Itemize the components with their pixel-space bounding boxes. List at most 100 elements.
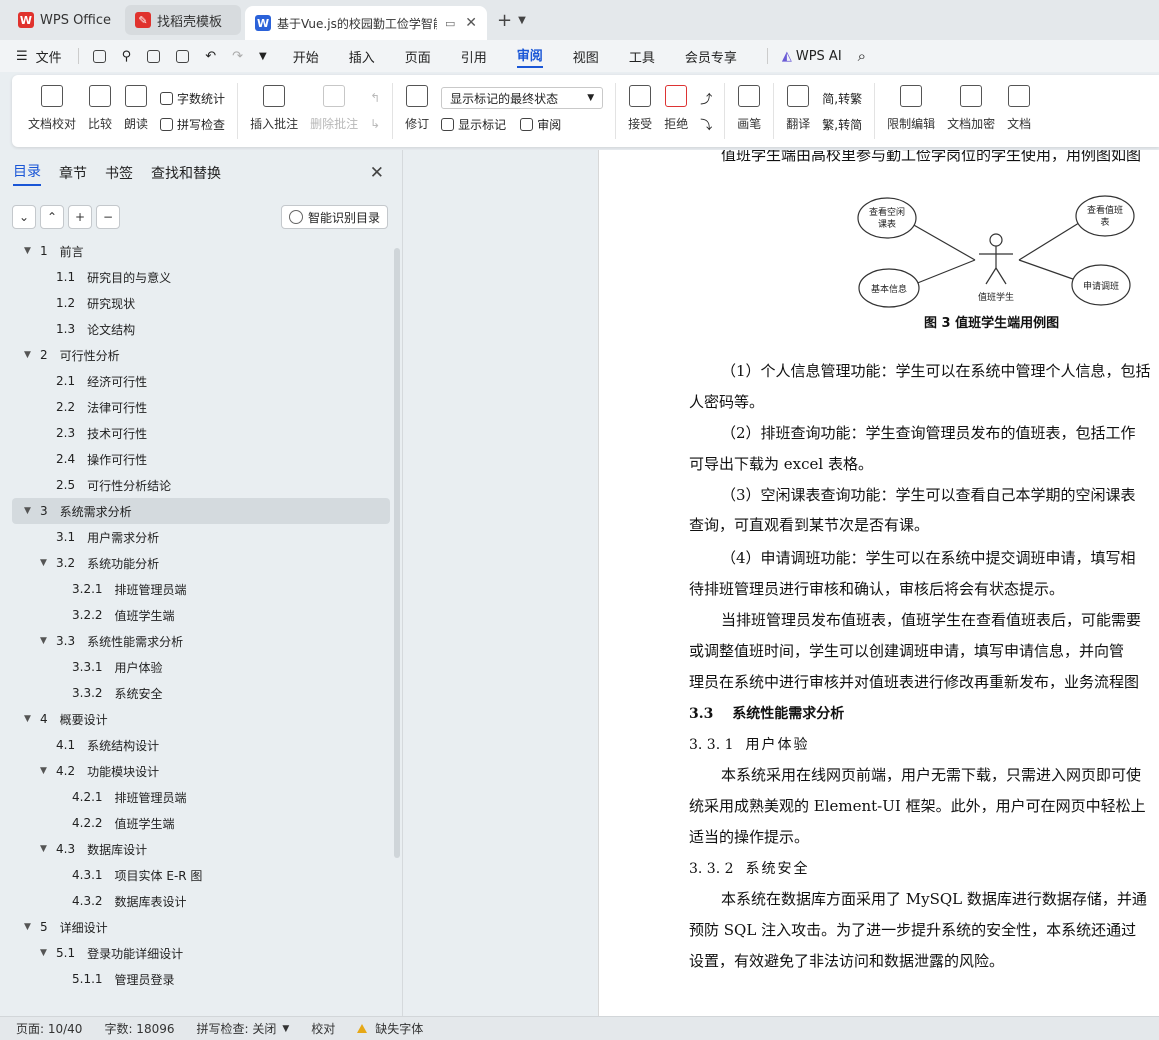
tab-template[interactable]: ✎ 找稻壳模板 [125,5,242,35]
read-aloud-button[interactable]: 朗读 [124,83,148,132]
toc-item[interactable]: 2.4 操作可行性 [0,446,390,472]
chevron-down-icon[interactable]: ▼ [259,51,267,62]
tab-document[interactable]: W 基于Vue.js的校园勤工俭学智能 ▭ ✕ [245,6,488,40]
toc-item[interactable]: 2.1 经济可行性 [0,368,390,394]
tab-review[interactable]: 审阅 [516,45,543,68]
toc-item[interactable]: 1.3 论文结构 [0,316,390,342]
remove-heading-icon[interactable]: − [96,205,120,229]
expand-triangle-icon[interactable]: ▼ [24,714,34,724]
to-traditional-button[interactable]: 简,转繁 [822,85,862,111]
word-count-button[interactable]: 字数统计 [160,85,225,111]
markup-state-select[interactable]: 显示标记的最终状态 ▼ [441,87,604,109]
link-icon[interactable]: ⚲ [122,49,132,64]
spell-check-indicator[interactable]: 拼写检查: 关闭 ▼ [197,1020,290,1037]
doc-proof-button[interactable]: 文档校对 [28,83,76,132]
toc-item[interactable]: ▼ 1 前言 [0,238,390,264]
toc-item[interactable]: 1.1 研究目的与意义 [0,264,390,290]
to-simplified-button[interactable]: 繁,转简 [822,111,862,137]
present-icon[interactable]: ▭ [445,17,455,30]
toc-item[interactable]: 2.3 技术可行性 [0,420,390,446]
tab-view[interactable]: 视图 [573,47,599,66]
save-icon[interactable] [92,49,106,63]
document-page[interactable]: 值班学生端由高校里参与勤工俭学岗位的学生使用，用例图如图 查看空闲 课表 查看值… [598,150,1159,1016]
compare-button[interactable]: 比较 [88,83,112,132]
spell-check-button[interactable]: 拼写检查 [160,111,225,137]
delete-comment-button[interactable]: 删除批注 [310,83,358,132]
tab-page[interactable]: 页面 [405,47,431,66]
next-comment-icon[interactable]: ↳ [370,111,380,137]
file-menu[interactable]: ☰ 文件 [16,47,62,66]
close-icon[interactable]: ✕ [465,15,477,31]
smart-toc-button[interactable]: 智能识别目录 [280,205,388,229]
close-icon[interactable]: ✕ [370,163,384,183]
tab-chapter[interactable]: 章节 [59,163,87,183]
toc-item[interactable]: 3.2.2 值班学生端 [0,602,390,628]
toc-item[interactable]: 2.5 可行性分析结论 [0,472,390,498]
proof-indicator[interactable]: 校对 [311,1020,335,1037]
toc-item[interactable]: 2.2 法律可行性 [0,394,390,420]
tab-insert[interactable]: 插入 [349,47,375,66]
word-count-indicator[interactable]: 字数: 18096 [104,1020,174,1037]
expand-triangle-icon[interactable]: ▼ [24,350,34,360]
undo-icon[interactable]: ↶ [205,49,216,64]
track-changes-button[interactable]: 修订 [405,83,429,132]
new-tab-icon[interactable]: + [497,10,512,31]
toc-item[interactable]: 3.2.1 排班管理员端 [0,576,390,602]
prev-change-icon[interactable]: ⤴ [700,85,712,111]
expand-triangle-icon[interactable]: ▼ [40,636,50,646]
missing-font-indicator[interactable]: 缺失字体 [357,1020,423,1037]
expand-triangle-icon[interactable]: ▼ [40,948,50,958]
tab-find-replace[interactable]: 查找和替换 [151,163,221,183]
toc-item[interactable]: 4.2.2 值班学生端 [0,810,390,836]
expand-triangle-icon[interactable]: ▼ [24,922,34,932]
toc-item[interactable]: ▼ 3 系统需求分析 [12,498,390,524]
preview-icon[interactable] [176,49,190,63]
add-heading-icon[interactable]: + [68,205,92,229]
prev-comment-icon[interactable]: ↰ [370,85,380,111]
toc-item[interactable]: ▼ 4.2 功能模块设计 [0,758,390,784]
toc-item[interactable]: 4.1 系统结构设计 [0,732,390,758]
encrypt-button[interactable]: 文档加密 [947,83,995,132]
pen-button[interactable]: 画笔 [737,83,761,132]
toc-item[interactable]: ▼ 4 概要设计 [0,706,390,732]
toc-item[interactable]: 5.1.2值班学生登录 [0,992,390,998]
next-change-icon[interactable]: ⤵ [700,111,712,137]
toc-item[interactable]: ▼ 5.1 登录功能详细设计 [0,940,390,966]
reject-button[interactable]: 拒绝 [664,83,688,132]
doc-more-button[interactable]: 文档 [1007,83,1031,132]
accept-button[interactable]: 接受 [628,83,652,132]
tab-start[interactable]: 开始 [293,47,319,66]
expand-triangle-icon[interactable]: ▼ [40,766,50,776]
collapse-all-icon[interactable]: ⌄ [12,205,36,229]
toc-item[interactable]: ▼ 5 详细设计 [0,914,390,940]
tab-member[interactable]: 会员专享 [685,47,737,66]
show-markup-button[interactable]: 显示标记 [441,116,506,133]
toc-item[interactable]: 4.3.2 数据库表设计 [0,888,390,914]
wps-ai-button[interactable]: ◭ WPS AI [782,49,842,64]
toc-item[interactable]: ▼ 3.2 系统功能分析 [0,550,390,576]
expand-triangle-icon[interactable]: ▼ [24,246,34,256]
insert-comment-button[interactable]: 插入批注 [250,83,298,132]
toc-item[interactable]: 5.1.1 管理员登录 [0,966,390,992]
expand-triangle-icon[interactable]: ▼ [40,558,50,568]
toc-item[interactable]: ▼ 4.3 数据库设计 [0,836,390,862]
toc-item[interactable]: 4.2.1 排班管理员端 [0,784,390,810]
translate-button[interactable]: 翻译 [786,83,810,132]
toc-item[interactable]: 3.3.1 用户体验 [0,654,390,680]
expand-triangle-icon[interactable]: ▼ [24,506,34,516]
expand-up-icon[interactable]: ⌃ [40,205,64,229]
page-indicator[interactable]: 页面: 10/40 [16,1020,82,1037]
redo-icon[interactable]: ↷ [232,49,243,64]
toc-item[interactable]: 3.3.2 系统安全 [0,680,390,706]
review-pane-button[interactable]: 审阅 [520,116,561,133]
tab-tools[interactable]: 工具 [629,47,655,66]
toc-scrollbar[interactable] [394,248,400,858]
toc-item[interactable]: 1.2 研究现状 [0,290,390,316]
tab-wps-office[interactable]: W WPS Office [8,5,121,35]
toc-item[interactable]: 4.3.1 项目实体 E-R 图 [0,862,390,888]
expand-triangle-icon[interactable]: ▼ [40,844,50,854]
search-icon[interactable]: ⌕ [858,47,866,65]
toc-item[interactable]: ▼ 2 可行性分析 [0,342,390,368]
toc-item[interactable]: ▼ 3.3 系统性能需求分析 [0,628,390,654]
tab-reference[interactable]: 引用 [461,47,487,66]
